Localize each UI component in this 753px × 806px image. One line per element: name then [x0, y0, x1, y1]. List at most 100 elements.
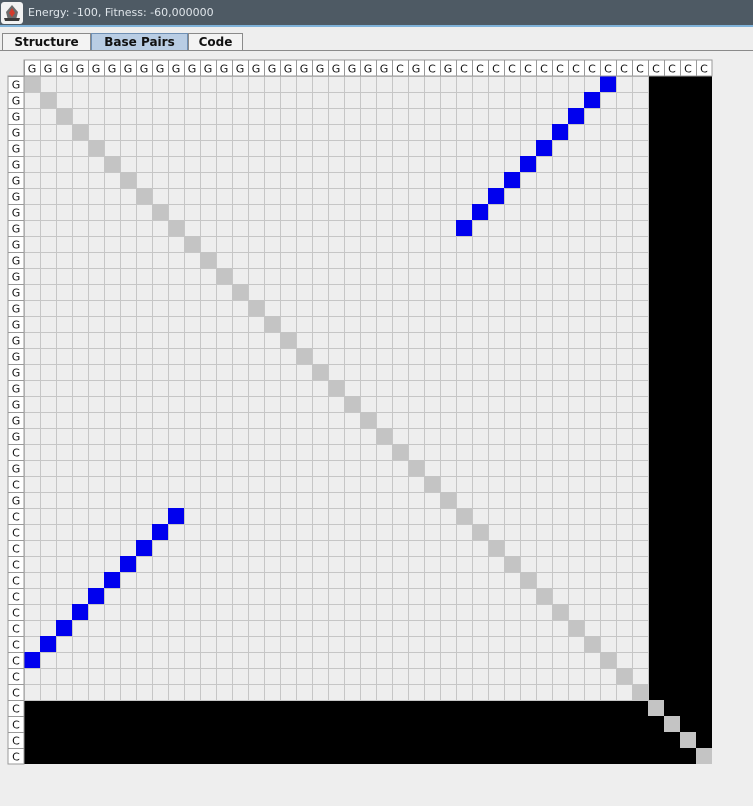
column-label: C	[604, 63, 612, 76]
row-label: C	[12, 703, 20, 716]
column-label: C	[652, 63, 660, 76]
base-pair-cell	[456, 220, 472, 236]
row-label: G	[12, 239, 21, 252]
row-label: C	[12, 687, 20, 700]
diagonal-cell	[24, 76, 40, 92]
column-label: G	[28, 63, 37, 76]
diagonal-cell	[376, 428, 392, 444]
base-pair-cell	[168, 508, 184, 524]
diagonal-cell	[280, 332, 296, 348]
diagonal-cell	[616, 668, 632, 684]
column-label: C	[540, 63, 548, 76]
column-label: C	[524, 63, 532, 76]
diagonal-cell	[312, 364, 328, 380]
diagonal-cell	[72, 124, 88, 140]
base-pair-matrix[interactable]: GGGGGGGGGGGGGGGGGGGGGGGCGCGCCCCCCCCCCCCC…	[0, 0, 753, 806]
diagonal-cell	[632, 684, 648, 700]
base-pair-cell	[552, 124, 568, 140]
column-label: C	[428, 63, 436, 76]
diagonal-cell	[200, 252, 216, 268]
row-label: C	[12, 575, 20, 588]
base-pair-cell	[120, 556, 136, 572]
column-label: G	[76, 63, 85, 76]
column-label: G	[252, 63, 261, 76]
column-label: C	[668, 63, 676, 76]
diagonal-cell	[568, 620, 584, 636]
column-label: G	[444, 63, 453, 76]
diagonal-cell	[152, 204, 168, 220]
base-pair-cell	[600, 76, 616, 92]
row-label: C	[12, 479, 20, 492]
row-label: G	[12, 287, 21, 300]
diagonal-cell	[120, 172, 136, 188]
row-label: G	[12, 111, 21, 124]
column-label: G	[380, 63, 389, 76]
masked-region-bottom	[24, 700, 648, 764]
diagonal-cell	[168, 220, 184, 236]
diagonal-cell	[440, 492, 456, 508]
diagonal-cell	[488, 540, 504, 556]
base-pair-cell	[136, 540, 152, 556]
base-pair-cell	[504, 172, 520, 188]
base-pair-cell	[104, 572, 120, 588]
diagonal-cell	[360, 412, 376, 428]
row-label: C	[12, 591, 20, 604]
column-label: G	[364, 63, 373, 76]
row-label: C	[12, 751, 20, 764]
diagonal-cell	[56, 108, 72, 124]
diagonal-cell	[232, 284, 248, 300]
row-label: G	[12, 335, 21, 348]
column-label: C	[588, 63, 596, 76]
column-label: G	[140, 63, 149, 76]
column-label: G	[188, 63, 197, 76]
row-label: G	[12, 367, 21, 380]
base-pair-cell	[536, 140, 552, 156]
row-label: G	[12, 255, 21, 268]
diagonal-cell	[680, 732, 696, 748]
row-label: G	[12, 399, 21, 412]
row-label: G	[12, 463, 21, 476]
base-pair-cell	[56, 620, 72, 636]
base-pair-cell	[472, 204, 488, 220]
column-label: G	[108, 63, 117, 76]
column-label: C	[636, 63, 644, 76]
diagonal-cell	[600, 652, 616, 668]
diagonal-cell	[424, 476, 440, 492]
diagonal-cell	[504, 556, 520, 572]
diagonal-cell	[472, 524, 488, 540]
row-label: G	[12, 223, 21, 236]
column-label: G	[44, 63, 53, 76]
diagonal-cell	[344, 396, 360, 412]
row-label: C	[12, 623, 20, 636]
row-label: C	[12, 543, 20, 556]
row-label: C	[12, 511, 20, 524]
column-label: C	[556, 63, 564, 76]
column-label: C	[396, 63, 404, 76]
diagonal-cell	[264, 316, 280, 332]
column-label: G	[156, 63, 165, 76]
diagonal-cell	[584, 636, 600, 652]
diagonal-cell	[216, 268, 232, 284]
row-label: C	[12, 527, 20, 540]
diagonal-cell	[136, 188, 152, 204]
row-label: G	[12, 79, 21, 92]
column-label: G	[204, 63, 213, 76]
base-pair-cell	[88, 588, 104, 604]
row-label: C	[12, 559, 20, 572]
row-label: G	[12, 207, 21, 220]
row-label: G	[12, 383, 21, 396]
column-label: C	[572, 63, 580, 76]
row-label: C	[12, 447, 20, 460]
column-label: G	[332, 63, 341, 76]
diagonal-cell	[664, 716, 680, 732]
diagonal-cell	[104, 156, 120, 172]
column-label: C	[460, 63, 468, 76]
column-label: C	[508, 63, 516, 76]
column-label: C	[684, 63, 692, 76]
diagonal-cell	[696, 748, 712, 764]
diagonal-cell	[520, 572, 536, 588]
base-pair-cell	[40, 636, 56, 652]
column-label: G	[124, 63, 133, 76]
column-label: G	[220, 63, 229, 76]
diagonal-cell	[40, 92, 56, 108]
